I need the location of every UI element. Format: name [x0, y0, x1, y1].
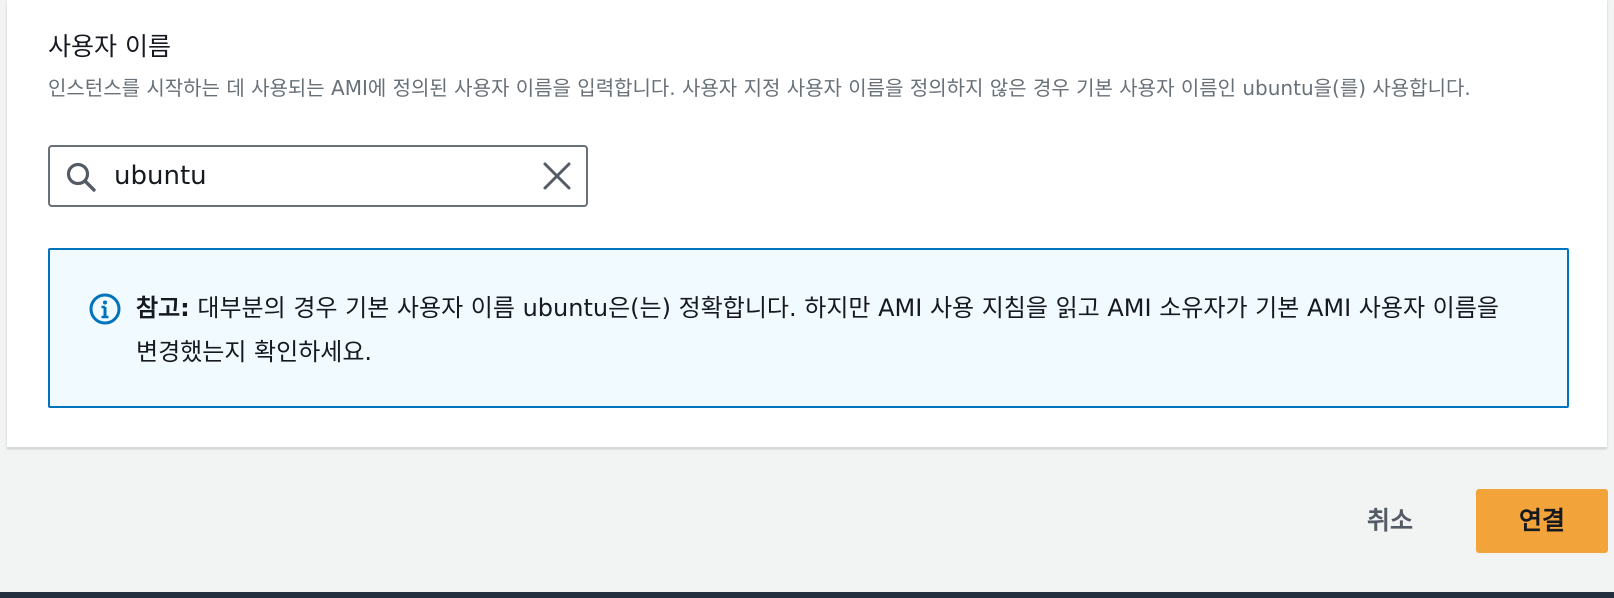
search-icon — [66, 162, 96, 192]
username-panel: 사용자 이름 인스턴스를 시작하는 데 사용되는 AMI에 정의된 사용자 이름… — [7, 0, 1607, 448]
alert-message: 참고: 대부분의 경우 기본 사용자 이름 ubuntu은(는) 정확합니다. … — [136, 286, 1516, 374]
username-label: 사용자 이름 — [48, 32, 171, 61]
alert-body: 대부분의 경우 기본 사용자 이름 ubuntu은(는) 정확합니다. 하지만 … — [136, 294, 1499, 366]
username-input[interactable]: ubuntu — [48, 145, 588, 207]
close-icon[interactable] — [540, 159, 574, 193]
info-icon — [89, 293, 121, 325]
cancel-button[interactable]: 취소 — [1345, 490, 1435, 552]
connect-button[interactable]: 연결 — [1476, 489, 1608, 553]
info-alert: 참고: 대부분의 경우 기본 사용자 이름 ubuntu은(는) 정확합니다. … — [48, 248, 1569, 408]
bottom-bar — [0, 592, 1614, 598]
alert-label: 참고: — [136, 294, 190, 322]
username-value[interactable]: ubuntu — [114, 147, 207, 205]
username-description: 인스턴스를 시작하는 데 사용되는 AMI에 정의된 사용자 이름을 입력합니다… — [48, 76, 1471, 100]
